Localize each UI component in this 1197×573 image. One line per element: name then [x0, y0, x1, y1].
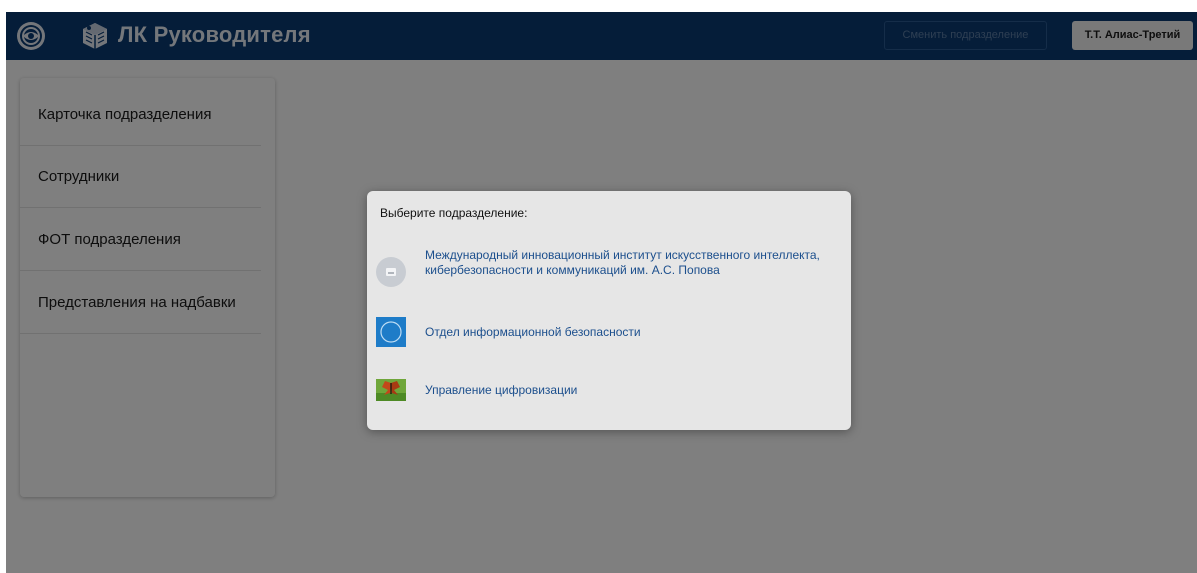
unit-option-institute[interactable]: Международный инновационный институт иск…: [367, 247, 851, 297]
unit-option-label: Управление цифровизации: [425, 383, 578, 397]
unit-option-digitalization[interactable]: Управление цифровизации: [367, 373, 851, 403]
blue-circle-icon: [376, 317, 406, 347]
select-unit-dialog: Выберите подразделение: Международный ин…: [367, 191, 851, 430]
placeholder-image-icon: [376, 257, 406, 287]
unit-option-label: Международный инновационный институт иск…: [425, 248, 820, 277]
butterfly-photo-icon: [376, 379, 406, 401]
unit-option-infosec[interactable]: Отдел информационной безопасности: [367, 317, 851, 347]
app-root: ЛК Руководителя Сменить подразделение Т.…: [6, 12, 1197, 573]
unit-option-label: Отдел информационной безопасности: [425, 325, 641, 339]
dialog-title: Выберите подразделение:: [380, 206, 528, 220]
